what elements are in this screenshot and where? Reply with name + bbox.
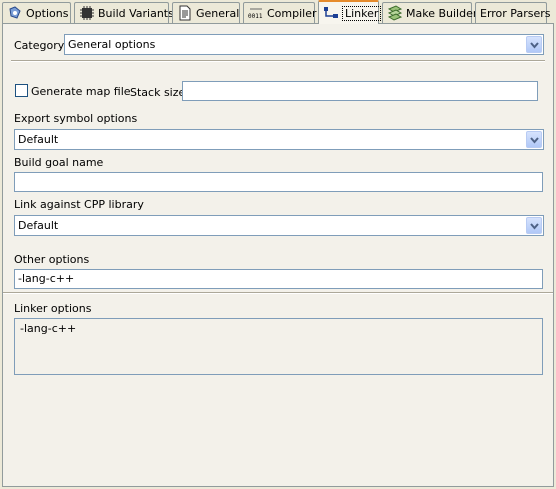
chip-icon xyxy=(79,5,95,21)
binary-icon: 0011 xyxy=(248,5,264,21)
category-select[interactable]: General options xyxy=(64,34,544,55)
linker-options-textarea: -lang-c++ xyxy=(14,318,543,375)
stack-size-input[interactable] xyxy=(182,81,538,101)
export-symbol-value: Default xyxy=(18,133,59,146)
svg-text:0011: 0011 xyxy=(248,13,263,20)
tab-error-parsers[interactable]: Error Parsers xyxy=(475,2,551,23)
cpp-library-select[interactable]: Default xyxy=(14,215,544,236)
other-options-input[interactable]: -lang-c++ xyxy=(14,269,543,289)
tab-label: Compiler xyxy=(267,6,317,20)
other-options-label: Other options xyxy=(14,253,90,266)
divider xyxy=(11,60,545,62)
document-icon xyxy=(177,5,193,21)
build-goal-input[interactable] xyxy=(14,172,543,192)
stack-size-label: Stack size xyxy=(130,86,186,99)
tab-linker[interactable]: Linker xyxy=(318,0,382,24)
tab-label: Build Variants xyxy=(98,6,174,20)
options-icon xyxy=(7,5,23,21)
cpp-library-label: Link against CPP library xyxy=(14,198,144,211)
export-symbol-label: Export symbol options xyxy=(14,112,138,125)
divider xyxy=(3,292,553,294)
generate-map-label: Generate map file xyxy=(31,85,131,98)
chevron-down-icon[interactable] xyxy=(526,36,542,53)
chevron-down-icon[interactable] xyxy=(526,131,542,148)
tab-label: Linker xyxy=(342,5,382,21)
cpp-library-value: Default xyxy=(18,219,59,232)
chevron-down-icon[interactable] xyxy=(526,217,542,234)
tab-make-builder[interactable]: Make Builder xyxy=(382,2,477,23)
build-goal-label: Build goal name xyxy=(14,156,104,169)
tab-label: General xyxy=(196,6,240,20)
tab-label: Options xyxy=(26,6,69,20)
tab-compiler[interactable]: 0011 Compiler xyxy=(243,2,317,23)
linker-options-label: Linker options xyxy=(14,302,92,315)
linker-settings-panel: Category General options Generate map fi… xyxy=(2,23,554,487)
export-symbol-select[interactable]: Default xyxy=(14,129,544,150)
category-label: Category xyxy=(14,39,65,52)
category-value: General options xyxy=(68,38,156,51)
tab-label: Make Builder xyxy=(406,6,478,20)
generate-map-checkbox[interactable] xyxy=(15,84,28,97)
tab-label: Error Parsers xyxy=(480,6,551,20)
tab-build-variants[interactable]: Build Variants xyxy=(74,2,174,23)
builder-icon xyxy=(387,5,403,21)
tab-general[interactable]: General xyxy=(172,2,240,23)
tab-options[interactable]: Options xyxy=(2,2,71,23)
linker-icon xyxy=(323,5,339,21)
tab-bar: Options Build Variants General 0011 Comp… xyxy=(0,0,556,24)
